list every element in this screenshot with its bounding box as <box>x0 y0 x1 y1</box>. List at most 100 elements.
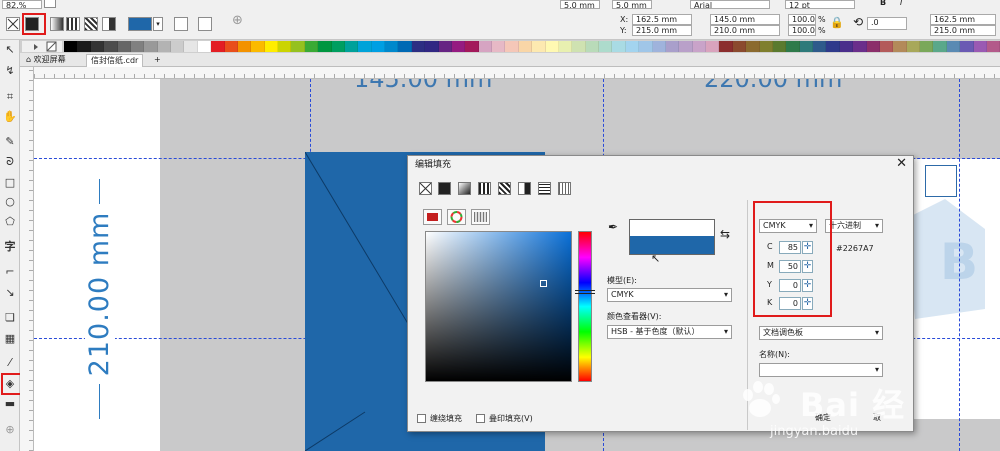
font-size-partial-1[interactable]: 5.0 mm <box>560 0 600 9</box>
palette-swatch[interactable] <box>251 41 265 52</box>
palette-swatch[interactable] <box>331 41 345 52</box>
edit-fill-icon[interactable] <box>198 17 212 31</box>
palette-swatch[interactable] <box>64 41 78 52</box>
palette-swatch[interactable] <box>946 41 961 52</box>
palette-swatch[interactable] <box>558 41 573 52</box>
close-icon[interactable]: ✕ <box>896 156 907 171</box>
fill-color-swatch[interactable] <box>128 17 152 31</box>
color-picker-handle[interactable] <box>540 280 547 287</box>
palette-swatch[interactable] <box>344 41 359 52</box>
shape-tool-icon[interactable]: ↯ <box>3 64 17 78</box>
palette-swatch[interactable] <box>799 41 813 52</box>
palette-swatch[interactable] <box>304 41 319 52</box>
text-tool-icon[interactable]: 字 <box>3 240 17 254</box>
palette-swatch[interactable] <box>986 41 1000 52</box>
palette-swatch[interactable] <box>879 41 894 52</box>
palette-swatch[interactable] <box>171 41 185 52</box>
palette-swatch[interactable] <box>385 41 399 52</box>
font-size-select[interactable]: 12 pt <box>785 0 855 9</box>
lock-ratio-icon[interactable]: 🔒 <box>830 17 844 28</box>
eyedropper-tool-icon[interactable]: ⁄ <box>3 356 17 370</box>
no-fill-type-icon[interactable] <box>419 182 432 195</box>
connector-tool-icon[interactable]: ↘ <box>3 286 17 300</box>
pick-tool-icon[interactable]: ↖ <box>3 43 17 57</box>
wrap-fill-checkbox[interactable] <box>417 414 426 423</box>
palette-swatch[interactable] <box>438 41 452 52</box>
palette-swatch[interactable] <box>77 41 91 52</box>
hex-mode-select[interactable]: 十六进制 <box>825 219 883 233</box>
tab-welcome[interactable]: ⌂ 欢迎屏幕 <box>22 54 70 67</box>
palette-swatch[interactable] <box>906 41 920 52</box>
palette-swatch[interactable] <box>90 41 105 52</box>
transparency-tool-icon[interactable]: ▦ <box>3 332 17 346</box>
palette-swatch[interactable] <box>973 41 987 52</box>
pan-tool-icon[interactable]: ✋ <box>3 110 17 124</box>
palette-swatch[interactable] <box>104 41 118 52</box>
palette-swatch[interactable] <box>759 41 773 52</box>
font-name-select[interactable]: Arial <box>690 0 770 9</box>
model-select[interactable]: CMYK <box>607 288 732 302</box>
swap-colors-icon[interactable]: ⇆ <box>720 228 730 240</box>
horizontal-ruler[interactable] <box>34 67 1000 79</box>
fill-color-dropdown-icon[interactable]: ▾ <box>153 17 163 31</box>
color-mixer-tab[interactable] <box>447 209 466 225</box>
palette-swatch[interactable] <box>545 41 559 52</box>
no-fill-icon[interactable] <box>6 17 20 31</box>
palette-swatch[interactable] <box>625 41 640 52</box>
name-select[interactable] <box>759 363 883 377</box>
palette-swatch[interactable] <box>398 41 412 52</box>
palette-swatch[interactable] <box>665 41 680 52</box>
palette-swatch[interactable] <box>786 41 800 52</box>
palette-no-color-icon[interactable] <box>22 41 62 52</box>
palette-swatch[interactable] <box>451 41 466 52</box>
palette-swatch[interactable] <box>679 41 693 52</box>
palette-swatch[interactable] <box>652 41 666 52</box>
palette-swatch[interactable] <box>425 41 439 52</box>
palette-swatch[interactable] <box>411 41 426 52</box>
palette-swatch[interactable] <box>465 41 479 52</box>
palette-select[interactable]: 文档调色板 <box>759 326 883 340</box>
palette-swatch[interactable] <box>130 41 145 52</box>
guide-v3[interactable] <box>959 79 960 451</box>
tab-document[interactable]: 信封信纸.cdr <box>86 54 144 67</box>
height-input[interactable]: 210.0 mm <box>710 25 780 36</box>
palette-swatch[interactable] <box>893 41 907 52</box>
palette-swatch[interactable] <box>505 41 519 52</box>
drop-shadow-icon[interactable]: ❏ <box>3 311 17 325</box>
bold-button[interactable]: B <box>880 0 886 8</box>
add-tab-button[interactable]: + <box>150 54 165 67</box>
palette-swatch[interactable] <box>318 41 332 52</box>
postscript-fill-icon[interactable] <box>102 17 116 31</box>
dimension-tool-icon[interactable]: ⌐ <box>3 265 17 279</box>
scale-width-input[interactable]: 100.0 <box>788 14 816 25</box>
color-palette-tab[interactable] <box>471 209 490 225</box>
right-x-input[interactable]: 162.5 mm <box>930 14 996 25</box>
palette-swatch[interactable] <box>772 41 787 52</box>
zoom-field[interactable]: 82.% <box>2 0 42 9</box>
palette-swatch[interactable] <box>478 41 492 52</box>
two-color-pattern-type-icon[interactable] <box>518 182 531 195</box>
palette-swatch[interactable] <box>572 41 586 52</box>
eyedropper-icon[interactable]: ✒ <box>608 221 618 233</box>
postscript-fill-type-icon[interactable] <box>558 182 571 195</box>
overprint-fill-checkbox[interactable] <box>476 414 485 423</box>
fountain-fill-type-icon[interactable] <box>458 182 471 195</box>
crop-tool-icon[interactable]: ⌗ <box>3 90 17 104</box>
font-size-partial-2[interactable]: 5.0 mm <box>612 0 652 9</box>
freehand-tool-icon[interactable]: ✎ <box>3 135 17 149</box>
vector-pattern-type-icon[interactable] <box>478 182 491 195</box>
add-preset-icon[interactable]: ⊕ <box>232 14 243 27</box>
palette-swatch[interactable] <box>813 41 827 52</box>
italic-button[interactable]: I <box>900 0 902 8</box>
palette-swatch[interactable] <box>933 41 947 52</box>
palette-swatch[interactable] <box>599 41 613 52</box>
palette-swatch[interactable] <box>518 41 533 52</box>
palette-swatch[interactable] <box>920 41 934 52</box>
palette-swatch[interactable] <box>184 41 198 52</box>
palette-swatch[interactable] <box>291 41 305 52</box>
palette-swatch[interactable] <box>532 41 546 52</box>
width-input[interactable]: 145.0 mm <box>710 14 780 25</box>
palette-swatch[interactable] <box>732 41 747 52</box>
color-picker-area[interactable] <box>425 231 572 382</box>
zoom-dropdown-icon[interactable] <box>44 0 56 8</box>
